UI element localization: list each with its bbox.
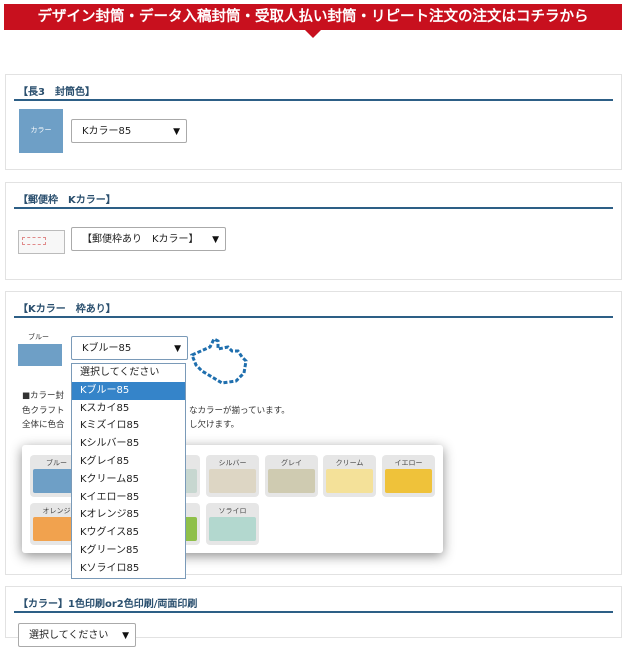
desc-line-2-right: なカラーが揃っています。: [189, 406, 290, 416]
print-color-select[interactable]: 選択してください ▼: [18, 623, 136, 647]
dropdown-option[interactable]: Kソライロ85: [72, 560, 185, 578]
palette-label: イエロー: [394, 459, 423, 467]
k-color-dropdown-list[interactable]: 選択してください Kブルー85 Kスカイ85 Kミズイロ85 Kシルバー85 K…: [71, 363, 186, 579]
palette-sorairo[interactable]: ソライロ: [206, 503, 259, 545]
desc-line-2: 色クラフト: [22, 406, 65, 416]
palette-swatch: [268, 469, 315, 493]
select-value: 【郵便枠あり Kカラー】: [82, 234, 199, 245]
palette-silver[interactable]: シルバー: [206, 455, 259, 497]
select-value: 選択してください: [29, 630, 109, 641]
dropdown-option-selected[interactable]: Kブルー85: [72, 381, 185, 400]
palette-swatch: [385, 469, 432, 493]
envelope-color-select[interactable]: Kカラー85 ▼: [71, 119, 187, 143]
pointing-hand-cursor-icon: [190, 336, 248, 385]
envelope-frame-icon: [18, 230, 65, 254]
chevron-down-icon: ▼: [174, 344, 181, 354]
dropdown-option[interactable]: Kグレイ85: [72, 453, 185, 471]
palette-swatch: [209, 517, 256, 541]
palette-swatch: [209, 469, 256, 493]
swatch-label: ブルー: [28, 333, 49, 341]
banner-down-arrow-icon: [305, 30, 321, 38]
k-color-select[interactable]: Kブルー85 ▼: [71, 336, 188, 360]
dropdown-option[interactable]: Kグリーン85: [72, 542, 185, 560]
dropdown-option[interactable]: Kクリーム85: [72, 471, 185, 489]
desc-line-3: 全体に色合: [22, 420, 65, 430]
panel-divider: [14, 207, 613, 209]
chevron-down-icon: ▼: [173, 127, 180, 137]
postal-frame-select[interactable]: 【郵便枠あり Kカラー】 ▼: [71, 227, 226, 251]
palette-cream[interactable]: クリーム: [323, 455, 376, 497]
envelope-color-panel: 【長3 封筒色】 カラー Kカラー85 ▼: [5, 74, 622, 170]
postal-frame-panel: 【郵便枠 Kカラー】 【郵便枠あり Kカラー】 ▼: [5, 182, 622, 280]
palette-label: グレイ: [281, 459, 302, 467]
print-color-panel: 【カラー】1色印刷or2色印刷/両面印刷 選択してください ▼: [5, 586, 622, 647]
color-swatch: カラー: [19, 109, 63, 153]
dropdown-option[interactable]: Kミズイロ85: [72, 417, 185, 435]
panel-title: 【Kカラー 枠あり】: [18, 304, 116, 315]
palette-label: クリーム: [335, 459, 364, 467]
dropdown-option[interactable]: Kスカイ85: [72, 400, 185, 418]
swatch-label: カラー: [30, 126, 52, 134]
palette-yellow[interactable]: イエロー: [382, 455, 435, 497]
dropdown-option[interactable]: Kウグイス85: [72, 524, 185, 542]
panel-divider: [14, 99, 613, 101]
panel-title: 【カラー】1色印刷or2色印刷/両面印刷: [18, 599, 198, 610]
order-banner[interactable]: デザイン封筒・データ入稿封筒・受取人払い封筒・リピート注文の注文はコチラから: [4, 4, 622, 30]
dropdown-option[interactable]: 選択してください: [72, 364, 185, 382]
select-value: Kブルー85: [82, 343, 132, 354]
panel-divider: [14, 316, 613, 318]
desc-line-1: ■カラー封: [22, 391, 65, 401]
palette-swatch: [326, 469, 373, 493]
dropdown-option[interactable]: Kシルバー85: [72, 435, 185, 453]
palette-label: ソライロ: [218, 507, 247, 515]
panel-title: 【長3 封筒色】: [18, 87, 95, 98]
palette-gray[interactable]: グレイ: [265, 455, 318, 497]
chevron-down-icon: ▼: [212, 235, 219, 245]
chevron-down-icon: ▼: [122, 631, 129, 641]
desc-line-3-right: し欠けます。: [189, 420, 240, 430]
panel-divider: [14, 611, 613, 613]
dropdown-option[interactable]: Kオレンジ85: [72, 506, 185, 524]
color-swatch: [18, 344, 62, 366]
dropdown-option[interactable]: Kイエロー85: [72, 489, 185, 507]
panel-title: 【郵便枠 Kカラー】: [18, 195, 116, 206]
select-value: Kカラー85: [82, 126, 132, 137]
palette-label: シルバー: [218, 459, 247, 467]
